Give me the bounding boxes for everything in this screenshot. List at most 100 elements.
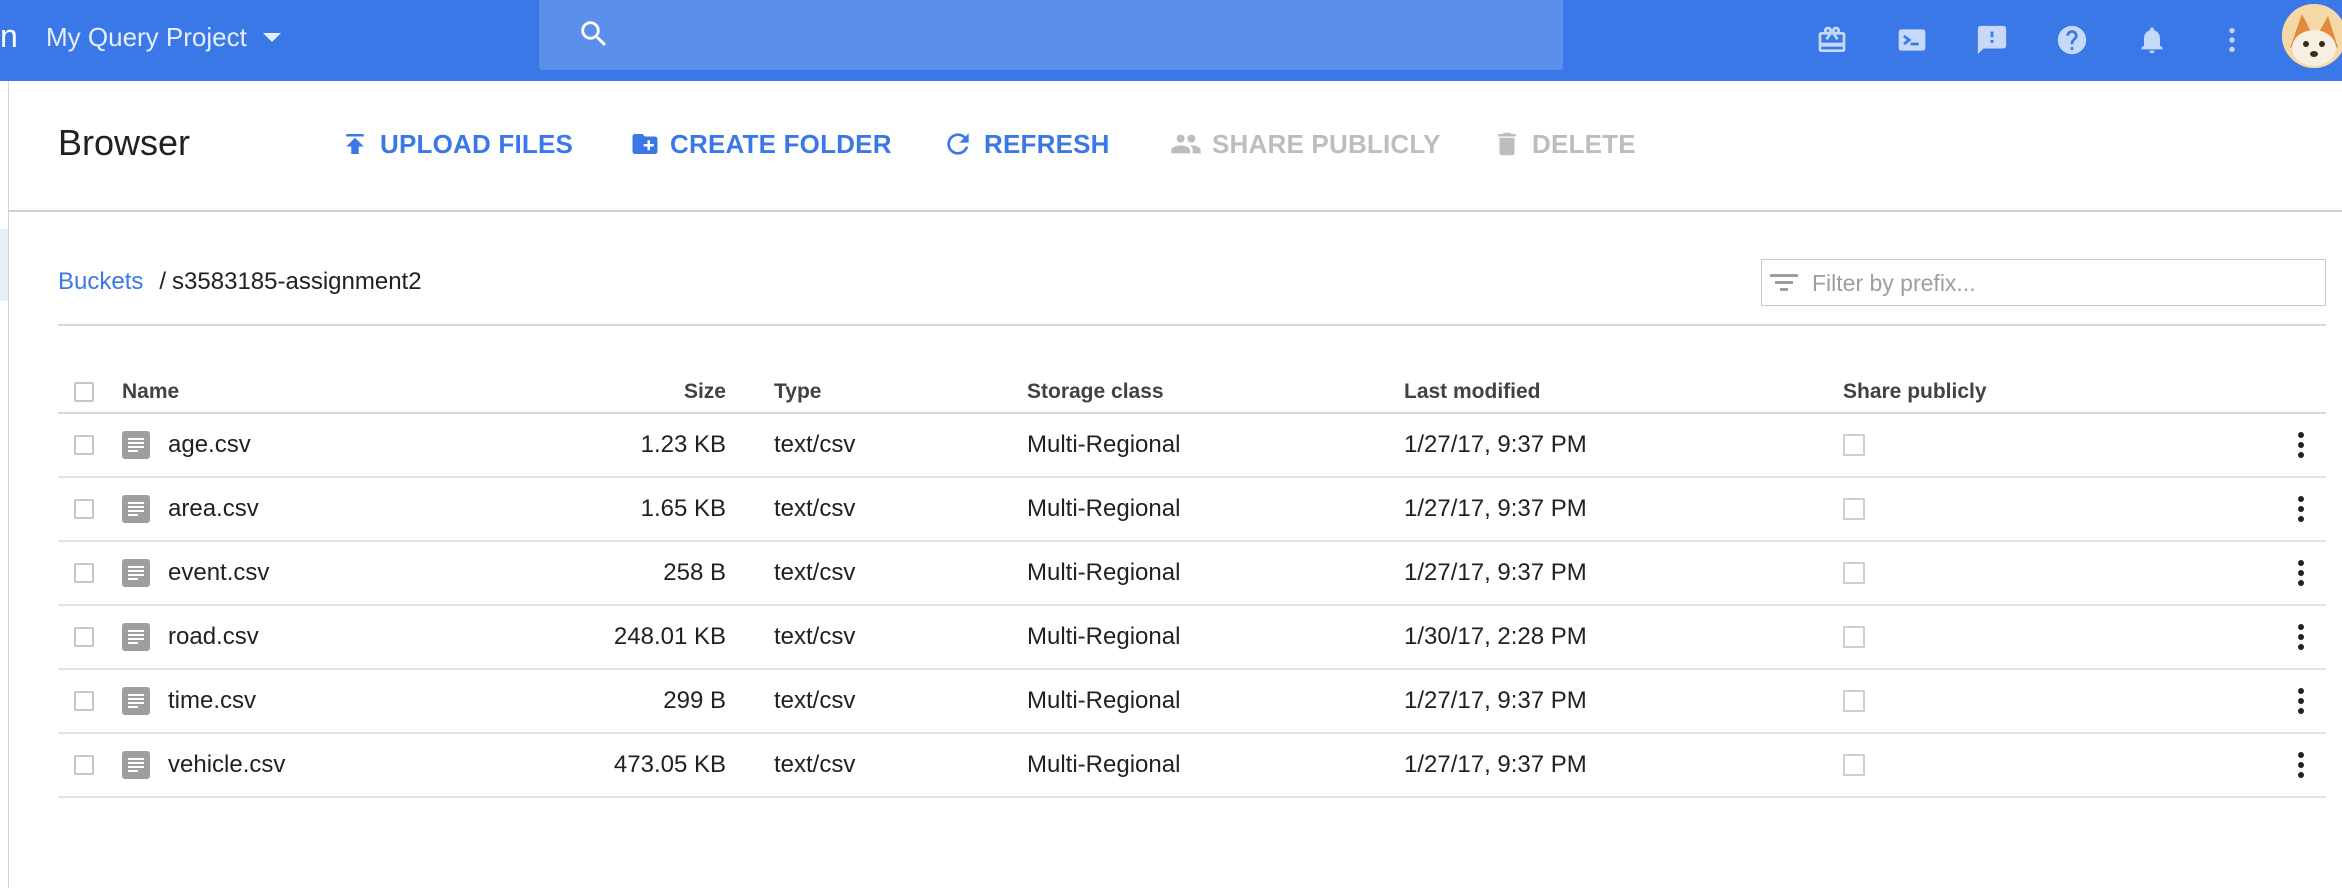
file-name[interactable]: road.csv — [168, 623, 259, 651]
column-header-last-modified[interactable]: Last modified — [1404, 360, 1541, 418]
column-header-storage-class[interactable]: Storage class — [1027, 360, 1164, 418]
type-cell: text/csv — [774, 559, 856, 586]
row-select-cell — [74, 606, 94, 668]
file-icon — [122, 751, 150, 779]
file-name[interactable]: event.csv — [168, 559, 269, 587]
share-publicly-cell — [1843, 670, 1865, 732]
share-publicly-checkbox[interactable] — [1843, 754, 1865, 776]
gift-icon[interactable] — [1812, 20, 1852, 60]
share-publicly-cell — [1843, 734, 1865, 796]
more-vert-icon[interactable] — [2296, 622, 2306, 652]
filter-icon — [1770, 272, 1798, 299]
file-icon — [122, 495, 150, 523]
breadcrumb-buckets-link[interactable]: Buckets — [58, 268, 143, 296]
name-cell: area.csv — [122, 478, 259, 540]
delete-button[interactable]: DELETE — [1492, 126, 1636, 162]
share-publicly-button[interactable]: SHARE PUBLICLY — [1170, 126, 1441, 162]
row-checkbox[interactable] — [74, 627, 94, 647]
filter-box[interactable] — [1761, 259, 2326, 306]
project-selector[interactable]: My Query Project — [46, 17, 281, 57]
row-menu-cell — [2286, 478, 2316, 540]
account-avatar[interactable] — [2282, 4, 2342, 68]
cloud-shell-icon[interactable] — [1892, 20, 1932, 60]
column-header-name[interactable]: Name — [122, 360, 179, 418]
share-publicly-checkbox[interactable] — [1843, 690, 1865, 712]
row-menu-cell — [2286, 734, 2316, 796]
filter-input[interactable] — [1810, 266, 2314, 300]
share-publicly-cell — [1843, 606, 1865, 668]
table-row[interactable]: road.csv 248.01 KB text/csv Multi-Region… — [58, 606, 2326, 670]
create-folder-button[interactable]: CREATE FOLDER — [630, 126, 892, 162]
breadcrumb: Buckets / s3583185-assignment2 — [58, 268, 422, 296]
row-select-cell — [74, 670, 94, 732]
size-cell: 258 B — [663, 559, 726, 586]
table-row[interactable]: event.csv 258 B text/csv Multi-Regional … — [58, 542, 2326, 606]
row-select-cell — [74, 478, 94, 540]
storage-class-cell: Multi-Regional — [1027, 559, 1181, 586]
storage-class-cell: Multi-Regional — [1027, 751, 1181, 778]
row-checkbox[interactable] — [74, 435, 94, 455]
file-icon — [122, 431, 150, 459]
help-icon[interactable] — [2052, 20, 2092, 60]
type-cell: text/csv — [774, 431, 856, 458]
more-vert-icon[interactable] — [2296, 430, 2306, 460]
storage-class-cell: Multi-Regional — [1027, 431, 1181, 458]
last-modified-cell: 1/27/17, 9:37 PM — [1404, 431, 1587, 458]
type-cell: text/csv — [774, 623, 856, 650]
share-publicly-checkbox[interactable] — [1843, 498, 1865, 520]
storage-class-cell: Multi-Regional — [1027, 495, 1181, 522]
file-name[interactable]: vehicle.csv — [168, 751, 285, 779]
select-all-checkbox[interactable] — [74, 382, 94, 402]
more-vert-icon[interactable] — [2296, 558, 2306, 588]
more-vert-icon[interactable] — [2296, 750, 2306, 780]
page-title: Browser — [58, 122, 191, 163]
table-row[interactable]: vehicle.csv 473.05 KB text/csv Multi-Reg… — [58, 734, 2326, 798]
breadcrumb-current-bucket: s3583185-assignment2 — [172, 268, 422, 295]
share-publicly-cell — [1843, 542, 1865, 604]
more-vert-icon[interactable] — [2296, 494, 2306, 524]
search-bar[interactable] — [539, 0, 1563, 70]
column-header-type[interactable]: Type — [774, 360, 821, 418]
select-all-cell — [74, 360, 94, 418]
row-checkbox[interactable] — [74, 499, 94, 519]
search-input[interactable] — [629, 14, 1533, 56]
name-cell: road.csv — [122, 606, 259, 668]
left-nav-active-item[interactable] — [0, 229, 8, 301]
file-name[interactable]: area.csv — [168, 495, 259, 523]
notifications-icon[interactable] — [2132, 20, 2172, 60]
row-select-cell — [74, 734, 94, 796]
type-cell: text/csv — [774, 751, 856, 778]
table-row[interactable]: time.csv 299 B text/csv Multi-Regional 1… — [58, 670, 2326, 734]
row-checkbox[interactable] — [74, 691, 94, 711]
file-icon — [122, 559, 150, 587]
feedback-icon[interactable] — [1972, 20, 2012, 60]
share-publicly-checkbox[interactable] — [1843, 626, 1865, 648]
row-checkbox[interactable] — [74, 563, 94, 583]
delete-label: DELETE — [1532, 128, 1636, 159]
top-app-bar: n My Query Project — [0, 0, 2342, 81]
share-publicly-label: SHARE PUBLICLY — [1212, 128, 1441, 159]
refresh-button[interactable]: REFRESH — [942, 126, 1110, 162]
type-cell: text/csv — [774, 495, 856, 522]
table-row[interactable]: age.csv 1.23 KB text/csv Multi-Regional … — [58, 414, 2326, 478]
last-modified-cell: 1/27/17, 9:37 PM — [1404, 559, 1587, 586]
file-name[interactable]: time.csv — [168, 687, 256, 715]
row-menu-cell — [2286, 542, 2316, 604]
share-publicly-checkbox[interactable] — [1843, 562, 1865, 584]
column-header-share-publicly[interactable]: Share publicly — [1843, 360, 1987, 418]
more-vert-icon[interactable] — [2212, 20, 2252, 60]
row-checkbox[interactable] — [74, 755, 94, 775]
row-menu-cell — [2286, 606, 2316, 668]
search-icon — [577, 17, 611, 56]
toolbar-divider — [8, 210, 2342, 212]
project-name: My Query Project — [46, 21, 247, 52]
size-cell: 248.01 KB — [613, 623, 726, 650]
column-header-size[interactable]: Size — [498, 360, 726, 418]
share-publicly-checkbox[interactable] — [1843, 434, 1865, 456]
table-row[interactable]: area.csv 1.65 KB text/csv Multi-Regional… — [58, 478, 2326, 542]
row-select-cell — [74, 542, 94, 604]
more-vert-icon[interactable] — [2296, 686, 2306, 716]
file-name[interactable]: age.csv — [168, 431, 251, 459]
size-cell: 1.65 KB — [640, 495, 726, 522]
upload-files-button[interactable]: UPLOAD FILES — [340, 126, 573, 162]
